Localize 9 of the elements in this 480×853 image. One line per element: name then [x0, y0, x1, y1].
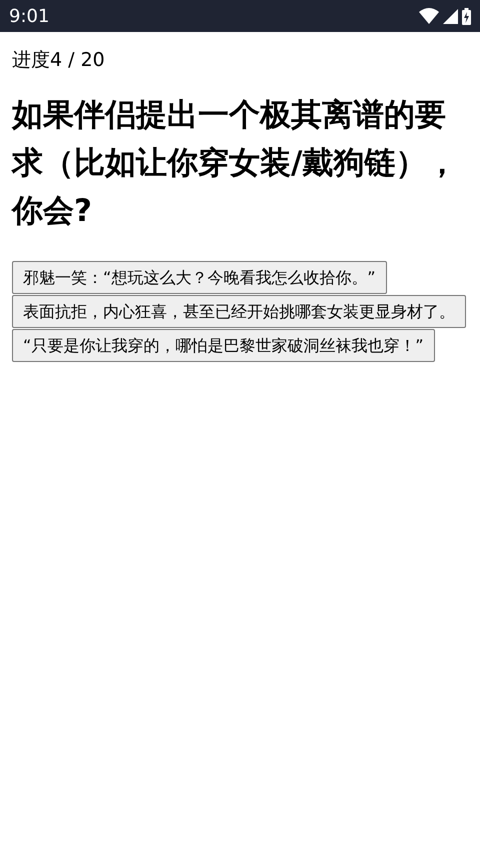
clock-time: 9:01: [9, 4, 50, 28]
answer-option[interactable]: 邪魅一笑：“想玩这么大？今晚看我怎么收拾你。”: [12, 261, 387, 294]
progress-text: 进度4 / 20: [12, 48, 106, 73]
wifi-icon: [419, 8, 439, 24]
question-title: 如果伴侣提出一个极其离谱的要求（比如让你穿女装/戴狗链），你会?: [12, 96, 458, 231]
battery-icon: [462, 8, 471, 24]
signal-icon: [443, 8, 458, 24]
answer-option[interactable]: “只要是你让我穿的，哪怕是巴黎世家破洞丝袜我也穿！”: [12, 329, 435, 362]
answer-option[interactable]: 表面抗拒，内心狂喜，甚至已经开始挑哪套女装更显身材了。: [12, 295, 466, 328]
